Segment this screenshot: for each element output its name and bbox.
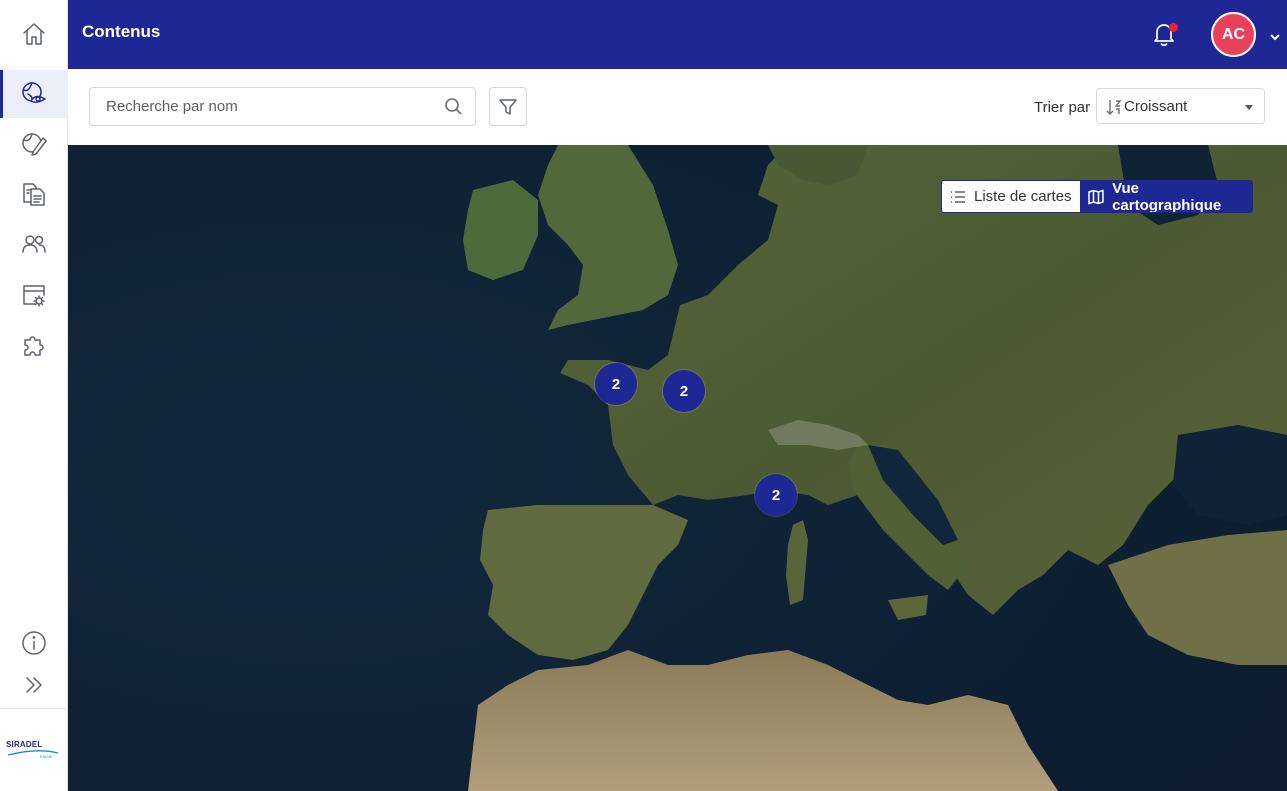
top-header: Contenus AC xyxy=(68,0,1287,69)
sort-value: Croissant xyxy=(1124,98,1188,115)
search-icon[interactable] xyxy=(444,97,463,116)
map-cluster-marker[interactable]: 2 xyxy=(595,363,637,405)
sidebar-info-button[interactable] xyxy=(0,619,68,667)
chevron-down-icon xyxy=(1270,34,1280,41)
user-avatar[interactable]: AC xyxy=(1211,12,1256,57)
sort-label: Trier par xyxy=(1034,99,1091,116)
sidebar-item-users[interactable] xyxy=(0,220,68,268)
user-menu-chevron[interactable] xyxy=(1268,30,1282,44)
notification-dot xyxy=(1169,23,1178,32)
list-icon xyxy=(951,190,965,203)
sidebar-item-edit-maps[interactable] xyxy=(0,120,68,168)
sidebar-item-settings[interactable] xyxy=(0,271,68,319)
map-view-label: Vue cartographique xyxy=(1112,180,1222,213)
browser-settings-icon xyxy=(23,285,45,307)
globe-eye-icon xyxy=(22,82,46,104)
sidebar-item-home[interactable] xyxy=(0,10,68,58)
sidebar-item-documents[interactable] xyxy=(0,170,68,218)
map-view-button[interactable]: Vue cartographique xyxy=(1080,181,1252,212)
map-view[interactable]: Liste de cartes Vue cartographique 2 2 2 xyxy=(68,145,1287,791)
filter-button[interactable] xyxy=(489,87,527,126)
map-cluster-marker[interactable]: 2 xyxy=(755,474,797,516)
sidebar-item-plugins[interactable] xyxy=(0,322,68,370)
list-view-label: Liste de cartes xyxy=(974,188,1072,205)
sidebar-expand-button[interactable] xyxy=(0,661,68,709)
info-icon xyxy=(22,631,46,655)
page-title: Contenus xyxy=(82,22,161,41)
home-icon xyxy=(23,23,45,45)
globe-edit-icon xyxy=(22,133,47,156)
list-view-button[interactable]: Liste de cartes xyxy=(942,181,1081,212)
map-icon xyxy=(1088,188,1104,205)
sidebar: SIRADEL ENGIE xyxy=(0,0,68,791)
notifications-button[interactable] xyxy=(1150,20,1180,50)
expand-icon xyxy=(26,677,42,693)
toolbar: Trier par Croissant xyxy=(68,69,1287,145)
sidebar-divider xyxy=(0,708,68,709)
puzzle-icon xyxy=(24,336,44,356)
map-cluster-marker[interactable]: 2 xyxy=(663,370,705,412)
search-box xyxy=(89,87,476,126)
sort-select[interactable]: Croissant xyxy=(1096,88,1265,124)
siradel-logo: SIRADEL ENGIE xyxy=(6,740,62,764)
search-input[interactable] xyxy=(90,88,435,125)
caret-down-icon xyxy=(1245,105,1253,110)
view-toggle: Liste de cartes Vue cartographique xyxy=(941,180,1253,213)
satellite-map xyxy=(68,145,1287,791)
filter-icon xyxy=(499,98,517,115)
users-icon xyxy=(22,235,46,253)
sort-ascending-icon xyxy=(1106,98,1122,116)
documents-icon xyxy=(23,183,45,206)
sidebar-item-contents[interactable] xyxy=(0,70,68,118)
